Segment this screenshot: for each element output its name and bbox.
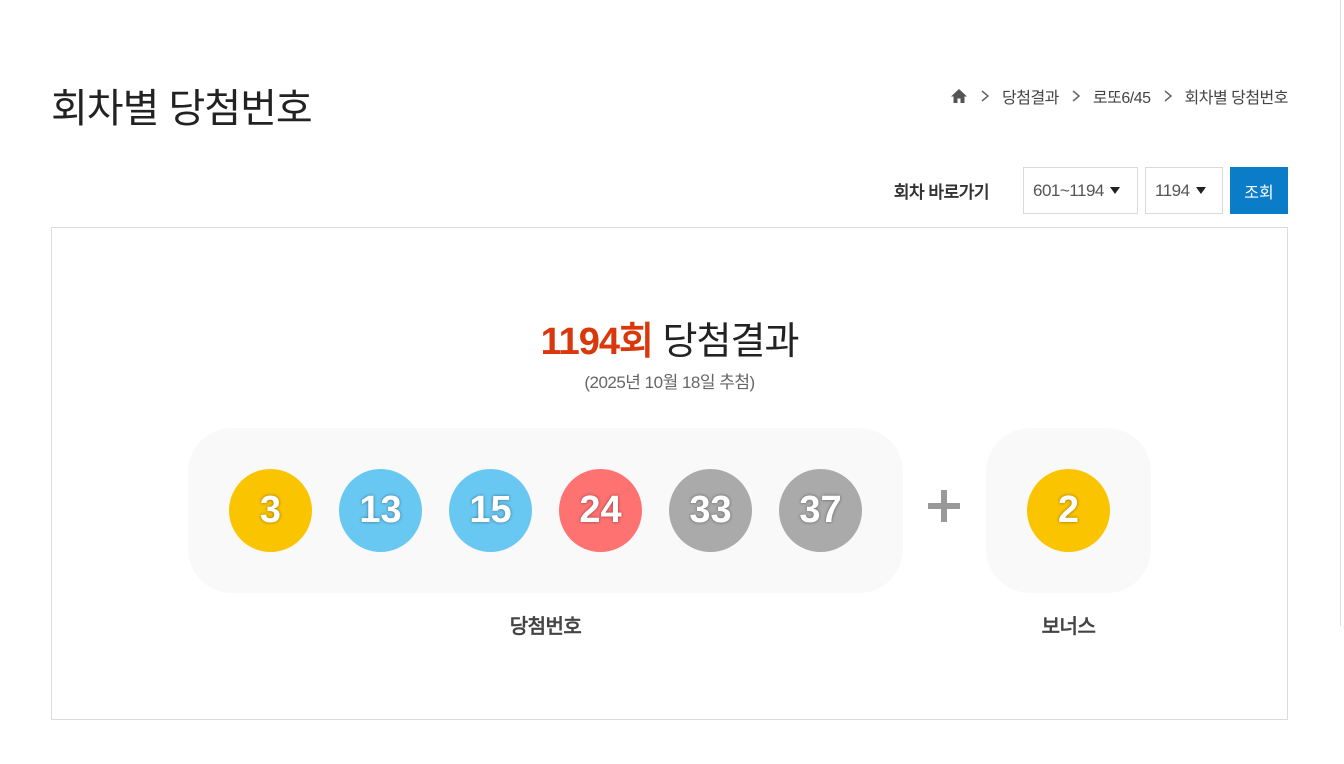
bonus-ball: 2 xyxy=(1027,469,1110,552)
round-number-select[interactable]: 1194 xyxy=(1145,167,1223,214)
caret-down-icon xyxy=(1109,187,1120,194)
round-nav-label: 회차 바로가기 xyxy=(893,183,990,202)
winning-ball: 24 xyxy=(559,469,642,552)
round-range-select[interactable]: 601~1194 xyxy=(1023,167,1138,214)
winning-numbers-panel: 3 13 15 24 33 37 xyxy=(188,428,903,593)
breadcrumb-item-current[interactable]: 회차별 당첨번호 xyxy=(1185,84,1289,108)
plus-icon xyxy=(928,490,960,522)
scrollbar-edge xyxy=(1340,0,1341,626)
home-icon[interactable] xyxy=(950,87,968,105)
result-title-suffix: 당첨결과 xyxy=(653,321,800,363)
result-title: 1194회 당첨결과 xyxy=(52,310,1287,365)
winning-ball: 15 xyxy=(449,469,532,552)
winning-ball: 37 xyxy=(779,469,862,552)
winning-numbers-label: 당첨번호 xyxy=(509,616,582,638)
round-range-value: 601~1194 xyxy=(1033,180,1104,200)
bonus-label: 보너스 xyxy=(1041,616,1096,638)
breadcrumb-item-results[interactable]: 당첨결과 xyxy=(1002,84,1059,108)
result-box: 1194회 당첨결과 (2025년 10월 18일 추첨) 3 13 15 24 33 3… xyxy=(51,227,1288,720)
winning-ball: 3 xyxy=(229,469,312,552)
chevron-right-icon xyxy=(981,90,990,102)
chevron-right-icon xyxy=(1164,90,1172,102)
winning-ball: 33 xyxy=(669,469,752,552)
page: 회차별 당첨번호 당첨결과 로또6/45 회차별 당첨번호 회차 바로가기 60… xyxy=(0,0,1344,764)
breadcrumb-item-lotto645[interactable]: 로또6/45 xyxy=(1093,84,1151,108)
page-title: 회차별 당첨번호 xyxy=(51,87,313,131)
caret-down-icon xyxy=(1195,187,1206,194)
search-button[interactable]: 조회 xyxy=(1230,167,1288,214)
round-number-value: 1194 xyxy=(1155,180,1190,200)
bonus-number-panel: 2 xyxy=(986,428,1151,593)
round-number: 1194회 xyxy=(540,321,654,363)
draw-date: (2025년 10월 18일 추첨) xyxy=(584,373,755,392)
winning-ball: 13 xyxy=(339,469,422,552)
breadcrumb: 당첨결과 로또6/45 회차별 당첨번호 xyxy=(950,84,1288,108)
round-navigator: 회차 바로가기 601~1194 1194 조회 xyxy=(894,167,1288,214)
chevron-right-icon xyxy=(1072,90,1081,102)
